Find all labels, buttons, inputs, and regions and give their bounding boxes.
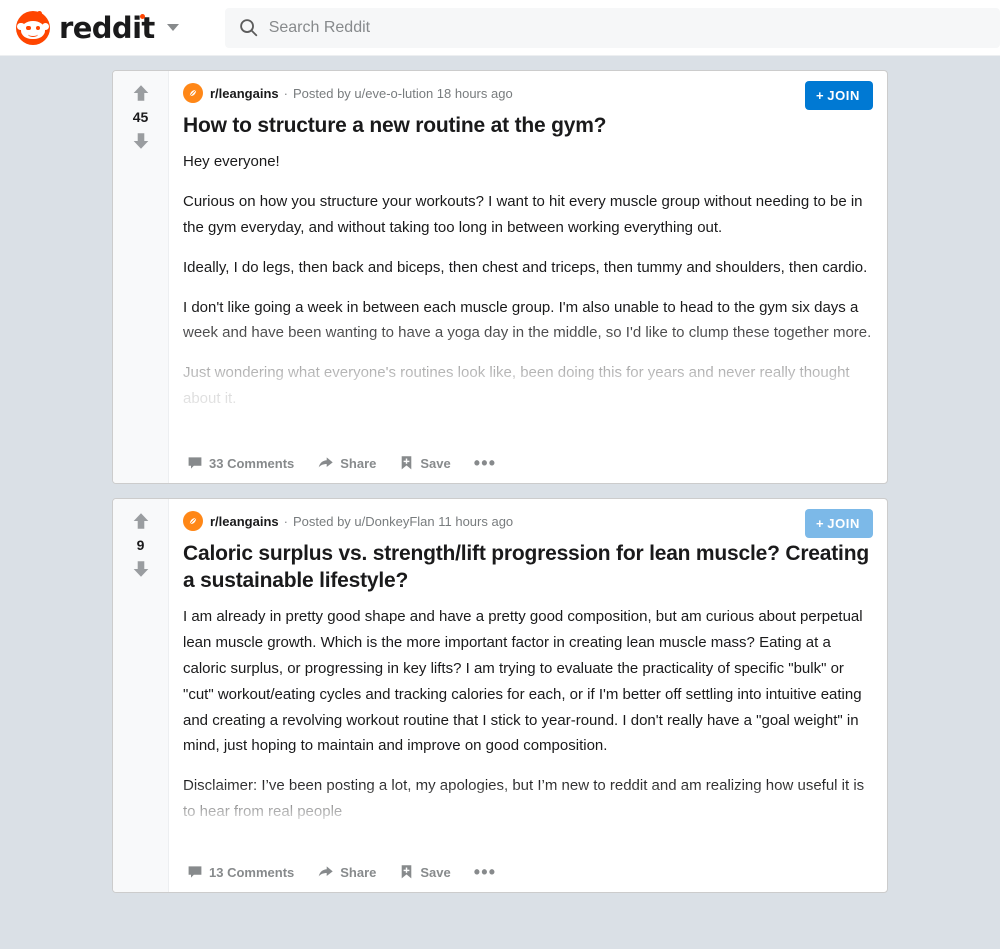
share-label: Share	[340, 455, 377, 471]
ellipsis-icon[interactable]: •••	[470, 863, 501, 881]
post-title[interactable]: How to structure a new routine at the gy…	[183, 113, 873, 139]
join-plus-icon: +	[816, 88, 825, 103]
comments-button[interactable]: 13 Comments	[183, 860, 298, 884]
post-paragraph: I am already in pretty good shape and ha…	[183, 608, 863, 755]
post-card[interactable]: 45 r/leangains · Posted by u/eve-o-lutio…	[112, 70, 888, 485]
post-byline: Posted by u/eve-o-lution 18 hours ago	[292, 85, 513, 101]
subreddit-link[interactable]: r/leangains	[210, 86, 279, 101]
save-button[interactable]: Save	[395, 860, 454, 884]
post-content: r/leangains · Posted by u/DonkeyFlan 11 …	[169, 499, 887, 892]
post-paragraph: Ideally, I do legs, then back and biceps…	[183, 258, 868, 276]
post-meta-row: r/leangains · Posted by u/DonkeyFlan 11 …	[183, 510, 873, 532]
join-button[interactable]: + JOIN	[805, 509, 873, 539]
save-label: Save	[420, 864, 451, 880]
comment-bubble-icon	[188, 866, 202, 878]
post-body: I am already in pretty good shape and ha…	[183, 604, 873, 853]
upvote-arrow-icon[interactable]	[130, 82, 152, 104]
save-label: Save	[420, 455, 451, 471]
vote-score: 45	[132, 109, 149, 125]
reddit-wordmark: reddit	[59, 11, 155, 45]
post-title[interactable]: Caloric surplus vs. strength/lift progre…	[183, 541, 873, 594]
post-paragraph: Hey everyone!	[183, 153, 280, 171]
share-button[interactable]: Share	[313, 860, 380, 884]
post-action-bar: 33 Comments Share Save •••	[183, 443, 873, 483]
downvote-arrow-icon[interactable]	[130, 558, 152, 580]
share-arrow-icon	[318, 866, 333, 877]
upvote-arrow-icon[interactable]	[130, 510, 152, 532]
join-plus-icon: +	[816, 516, 825, 532]
share-arrow-icon	[318, 457, 333, 468]
post-action-bar: 13 Comments Share Save •••	[183, 852, 873, 892]
meta-separator: ·	[283, 85, 288, 101]
vote-column: 45	[113, 71, 169, 484]
post-byline: Posted by u/DonkeyFlan 11 hours ago	[292, 513, 514, 529]
top-navigation-bar: reddit	[0, 0, 1000, 56]
join-button-label: JOIN	[827, 516, 860, 532]
post-body: Hey everyone! Curious on how you structu…	[183, 149, 873, 444]
save-button[interactable]: Save	[395, 451, 454, 475]
share-label: Share	[340, 864, 377, 880]
leangains-subreddit-icon[interactable]	[183, 83, 203, 103]
comments-button[interactable]: 33 Comments	[183, 451, 298, 475]
reddit-home-logo[interactable]: reddit	[16, 10, 155, 45]
leangains-subreddit-icon[interactable]	[183, 511, 203, 532]
search-icon	[239, 19, 257, 37]
comment-bubble-icon	[188, 457, 202, 470]
post-paragraph: Curious on how you structure your workou…	[183, 193, 863, 237]
comments-label: 13 Comments	[209, 864, 295, 880]
comments-label: 33 Comments	[209, 455, 295, 471]
post-meta-row: r/leangains · Posted by u/eve-o-lution 1…	[183, 82, 873, 104]
share-button[interactable]: Share	[313, 451, 380, 475]
post-feed: 45 r/leangains · Posted by u/eve-o-lutio…	[0, 56, 1000, 894]
downvote-arrow-icon[interactable]	[130, 130, 152, 152]
post-card[interactable]: 9 r/leangains · Posted by u/DonkeyFlan 1…	[112, 498, 888, 894]
save-bookmark-icon	[402, 865, 412, 879]
post-content: r/leangains · Posted by u/eve-o-lution 1…	[169, 71, 887, 483]
join-button-label: JOIN	[827, 88, 860, 103]
reddit-snoo-logo-icon	[16, 10, 50, 45]
post-paragraph: I don't like going a week in between eac…	[183, 298, 872, 342]
subreddit-link[interactable]: r/leangains	[210, 514, 279, 529]
chevron-down-icon[interactable]	[166, 24, 179, 31]
join-button[interactable]: + JOIN	[805, 81, 873, 110]
save-bookmark-icon	[402, 456, 412, 470]
search-input[interactable]	[268, 7, 954, 48]
ellipsis-icon[interactable]: •••	[470, 454, 501, 472]
vote-column: 9	[113, 499, 169, 893]
vote-score: 9	[136, 537, 145, 554]
search-bar[interactable]	[224, 7, 1000, 48]
meta-separator: ·	[283, 513, 288, 529]
post-paragraph: Just wondering what everyone's routines …	[183, 364, 850, 408]
post-paragraph: Disclaimer: I’ve been posting a lot, my …	[183, 777, 865, 820]
